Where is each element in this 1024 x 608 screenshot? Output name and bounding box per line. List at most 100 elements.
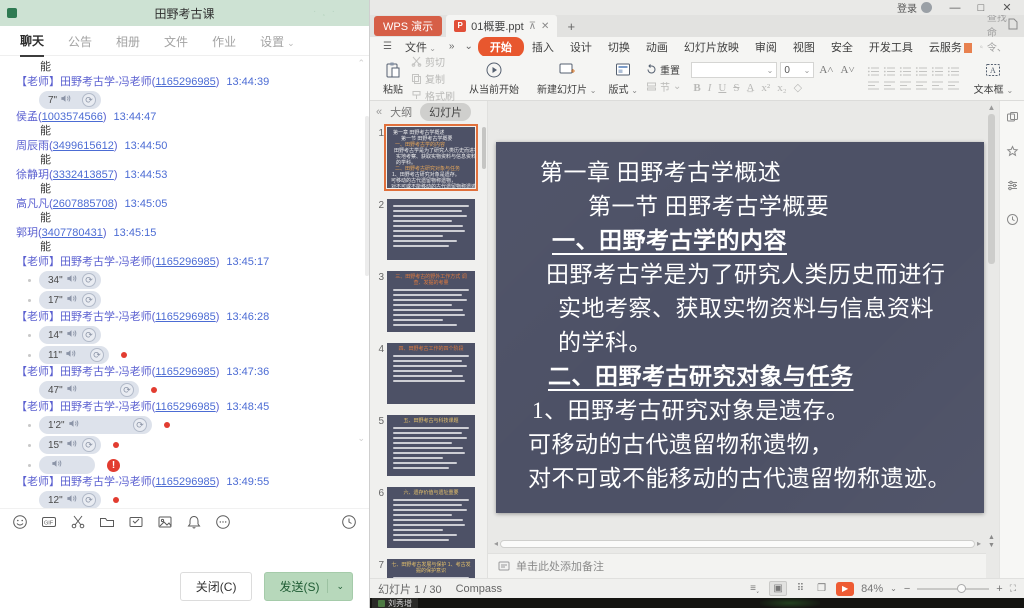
- login-chip[interactable]: 登录: [897, 0, 932, 15]
- menu-幻灯片放映[interactable]: 幻灯片放映: [676, 38, 747, 56]
- bold-icon[interactable]: B: [691, 82, 702, 94]
- slide-thumbnail[interactable]: 三、田野考古的野外工作方式 调查、发掘的考量: [387, 271, 475, 332]
- hamburger-menu-icon[interactable]: ☰: [378, 41, 397, 52]
- chat-tab-设置[interactable]: 设置⌄: [260, 26, 295, 56]
- slide-sorter-view-icon[interactable]: ⠿: [794, 582, 807, 595]
- zoom-slider[interactable]: [917, 588, 989, 590]
- voice-message-bubble[interactable]: 12"⟳: [39, 491, 101, 508]
- text-direction-icon[interactable]: [947, 66, 960, 77]
- voice-to-text-icon[interactable]: ⟳: [120, 383, 134, 397]
- play-from-current-button[interactable]: 从当前开始: [465, 61, 523, 96]
- menu-开发工具[interactable]: 开发工具: [861, 38, 921, 56]
- clear-format-icon[interactable]: ◇: [792, 81, 804, 94]
- slideshow-play-button[interactable]: ▶: [836, 582, 854, 596]
- voice-message-bubble[interactable]: 34"⟳: [39, 271, 101, 289]
- menu-切换[interactable]: 切换: [600, 38, 638, 56]
- chat-tab-文件[interactable]: 文件: [164, 26, 188, 56]
- voice-to-text-icon[interactable]: ⟳: [82, 293, 96, 307]
- new-tab-button[interactable]: +: [567, 19, 575, 34]
- notes-toggle-icon[interactable]: ≡˯: [747, 582, 762, 595]
- menu-安全[interactable]: 安全: [823, 38, 861, 56]
- properties-icon[interactable]: [1006, 111, 1019, 129]
- normal-view-icon[interactable]: ▣: [769, 581, 786, 596]
- font-size-select[interactable]: 0⌄: [780, 62, 814, 78]
- paste-button[interactable]: 粘贴: [379, 61, 407, 96]
- pin-tab-icon[interactable]: ⊼: [529, 21, 536, 32]
- fit-to-window-icon[interactable]: ⛶: [1010, 583, 1016, 594]
- sender-qq-link[interactable]: 1165296985: [155, 366, 215, 378]
- slide-thumbnail[interactable]: 四、田野考古工作的四个阶段: [387, 343, 475, 404]
- zoom-caret-icon[interactable]: ⌄: [890, 584, 897, 593]
- slide-thumbnail[interactable]: [387, 199, 475, 260]
- voice-message-bubble[interactable]: 11"⟳: [39, 346, 109, 364]
- slide-text-line[interactable]: 第一节 田野考古学概要: [526, 190, 984, 224]
- menu-云服务[interactable]: 云服务: [921, 38, 980, 56]
- minimize-button[interactable]: —: [942, 2, 968, 14]
- sender-qq-link[interactable]: 1165296985: [155, 476, 215, 488]
- subscript-icon[interactable]: x₂: [775, 82, 788, 94]
- sender-qq-link[interactable]: 1165296985: [155, 311, 215, 323]
- paragraph-settings-icon[interactable]: [947, 80, 960, 91]
- sender-qq-link[interactable]: 1003574566: [42, 111, 103, 123]
- send-options-caret-icon[interactable]: ⌄: [336, 581, 344, 592]
- slide-thumbnail[interactable]: 七、田野考古发展与保护 1、考古发掘的保护意识: [387, 559, 475, 578]
- menu-审阅[interactable]: 审阅: [747, 38, 785, 56]
- decrease-indent-icon[interactable]: [899, 66, 912, 77]
- voice-message-bubble[interactable]: 17"⟳: [39, 291, 101, 309]
- slide-text-line[interactable]: 二、田野考古研究对象与任务: [526, 360, 984, 394]
- voice-message-bubble[interactable]: 1'2"⟳: [39, 416, 152, 434]
- slide-text-line[interactable]: 可移动的古代遗留物称遗物，: [526, 428, 984, 462]
- screenshot-scissors-icon[interactable]: [70, 514, 86, 530]
- textbox-button[interactable]: A 文本框 ⌄: [970, 61, 1017, 96]
- scroll-left-arrow-icon[interactable]: ◂: [494, 539, 498, 548]
- slide-text-block[interactable]: 第一章 田野考古学概述第一节 田野考古学概要一、田野考古学的内容田野考古学是为了…: [496, 142, 984, 496]
- font-color-icon[interactable]: A̲: [744, 82, 756, 94]
- sender-qq-link[interactable]: 1165296985: [155, 76, 215, 88]
- send-failed-icon[interactable]: !: [107, 459, 120, 472]
- sender-qq-link[interactable]: 3499615612: [53, 140, 114, 152]
- slide-thumbnail[interactable]: 第一章 田野考古学概述第一节 田野考古学概要一、田野考古学的内容田野考古学是为了…: [387, 127, 475, 188]
- scroll-up-icon[interactable]: ⌃: [357, 58, 365, 69]
- taskbar-user-item[interactable]: 刘秀增: [372, 598, 418, 608]
- reset-button[interactable]: 重置: [646, 62, 681, 77]
- slide-text-line[interactable]: 的学科。: [526, 326, 984, 360]
- strikethrough-icon[interactable]: S: [731, 82, 741, 94]
- menu-动画[interactable]: 动画: [638, 38, 676, 56]
- horizontal-scrollbar[interactable]: ◂ ▸: [494, 539, 981, 548]
- close-button[interactable]: 关闭(C): [180, 572, 253, 601]
- line-spacing-icon[interactable]: [931, 66, 944, 77]
- close-window-button[interactable]: ✕: [994, 1, 1020, 14]
- voice-message-bubble[interactable]: 47"⟳: [39, 381, 139, 399]
- settings-sliders-icon[interactable]: [1006, 179, 1019, 197]
- history-clock-icon[interactable]: [1006, 213, 1019, 231]
- decrease-font-icon[interactable]: A˅: [839, 64, 857, 76]
- scroll-down-icon[interactable]: ⌄: [357, 433, 365, 444]
- menu-视图[interactable]: 视图: [785, 38, 823, 56]
- notes-bar[interactable]: 单击此处添加备注: [488, 553, 986, 578]
- chat-tab-公告[interactable]: 公告: [68, 26, 92, 56]
- increase-indent-icon[interactable]: [915, 66, 928, 77]
- slide-edit-area[interactable]: 第一章 田野考古学概述第一节 田野考古学概要一、田野考古学的内容田野考古学是为了…: [488, 101, 999, 578]
- cut-button[interactable]: 剪切: [411, 54, 455, 69]
- font-family-select[interactable]: ⌄: [691, 62, 777, 78]
- sender-qq-link[interactable]: 1165296985: [155, 256, 215, 268]
- new-slide-button[interactable]: 新建幻灯片 ⌄: [533, 61, 600, 96]
- avatar[interactable]: [921, 2, 932, 13]
- file-folder-icon[interactable]: [99, 514, 115, 530]
- animation-star-icon[interactable]: [1006, 145, 1019, 163]
- voice-to-text-icon[interactable]: ⟳: [82, 438, 96, 452]
- image-icon[interactable]: [157, 514, 173, 530]
- voice-to-text-icon[interactable]: ⟳: [90, 348, 104, 362]
- zoom-out-button[interactable]: −: [904, 583, 910, 595]
- message-history-clock-icon[interactable]: [341, 514, 357, 530]
- chat-tab-作业[interactable]: 作业: [212, 26, 236, 56]
- slide-text-line[interactable]: 1、田野考古研究对象是遗存。: [526, 394, 984, 428]
- horizontal-scroll-thumb[interactable]: [500, 540, 975, 548]
- voice-message-bubble[interactable]: 14"⟳: [39, 326, 101, 344]
- bullet-list-icon[interactable]: [867, 66, 880, 77]
- gif-icon[interactable]: GIF: [41, 514, 57, 530]
- sender-qq-link[interactable]: 2607885708: [53, 198, 114, 210]
- sender-qq-link[interactable]: 3407780431: [42, 227, 103, 239]
- slide-text-line[interactable]: 田野考古学是为了研究人类历史而进行: [526, 258, 984, 292]
- send-button[interactable]: 发送(S) ⌄: [264, 572, 353, 601]
